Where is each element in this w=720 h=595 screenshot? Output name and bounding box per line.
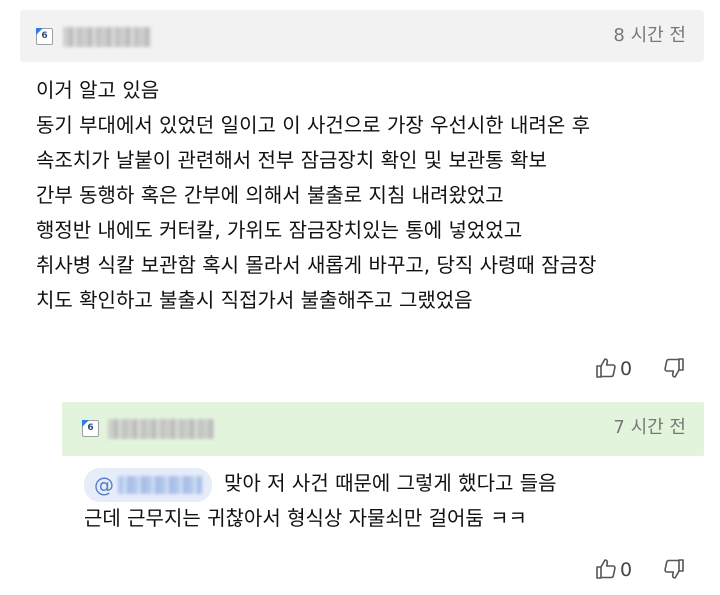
comment-line: 간부 동행하 혹은 간부에 의해서 불출로 지침 내려왔었고 (36, 183, 504, 207)
thumbs-down-icon (664, 559, 684, 579)
reply-vote-bar: 0 (594, 556, 694, 584)
comment-line: 치도 확인하고 불출시 직접가서 불출해주고 그랬었음 (36, 288, 473, 312)
user-level-badge: 6 (36, 28, 53, 45)
upvote-count: 0 (620, 358, 633, 380)
blurred-mention-id (118, 475, 202, 494)
downvote-button[interactable] (662, 557, 686, 585)
mention-tag[interactable]: @ (84, 467, 212, 502)
mention-at-symbol: @ (94, 472, 114, 497)
blurred-username[interactable] (108, 419, 214, 439)
comment-header: 6 8 시간 전 (20, 10, 704, 62)
reply-header: 6 7 시간 전 (62, 402, 704, 456)
downvote-button[interactable] (662, 356, 686, 384)
comment-line: 동기 부대에서 있었던 일이고 이 사건으로 가장 우선시한 내려온 후 (36, 113, 591, 137)
upvote-button[interactable] (594, 557, 618, 585)
reply-timestamp: 7 시간 전 (613, 417, 686, 438)
comment-vote-bar: 0 (594, 355, 694, 383)
thumbs-up-icon (596, 358, 616, 378)
reply-body: @ 맞아 저 사건 때문에 그렇게 했다고 들음 근데 근무지는 귀찮아서 형식… (84, 466, 557, 536)
upvote-count: 0 (620, 559, 633, 581)
blurred-username[interactable] (63, 27, 151, 47)
comment-body: 이거 알고 있음 동기 부대에서 있었던 일이고 이 사건으로 가장 우선시한 … (36, 73, 596, 318)
reply-line: @ 맞아 저 사건 때문에 그렇게 했다고 들음 (84, 466, 557, 502)
reply-line-text: 맞아 저 사건 때문에 그렇게 했다고 들음 (224, 471, 557, 495)
thumbs-down-icon (664, 358, 684, 378)
thumbs-up-icon (596, 559, 616, 579)
comment-timestamp: 8 시간 전 (613, 25, 686, 46)
reply-line: 근데 근무지는 귀찮아서 형식상 자물쇠만 걸어둠 ㅋㅋ (84, 506, 527, 530)
comment-line: 행정반 내에도 커터칼, 가위도 잠금장치있는 통에 넣었었고 (36, 218, 523, 242)
comment-line: 속조치가 날붙이 관련해서 전부 잠금장치 확인 및 보관통 확보 (36, 148, 547, 172)
user-level-badge: 6 (82, 420, 99, 437)
upvote-button[interactable] (594, 356, 618, 384)
comment-line: 취사병 식칼 보관함 혹시 몰라서 새롭게 바꾸고, 당직 사령때 잠금장 (36, 253, 597, 277)
comment-line: 이거 알고 있음 (36, 78, 160, 102)
